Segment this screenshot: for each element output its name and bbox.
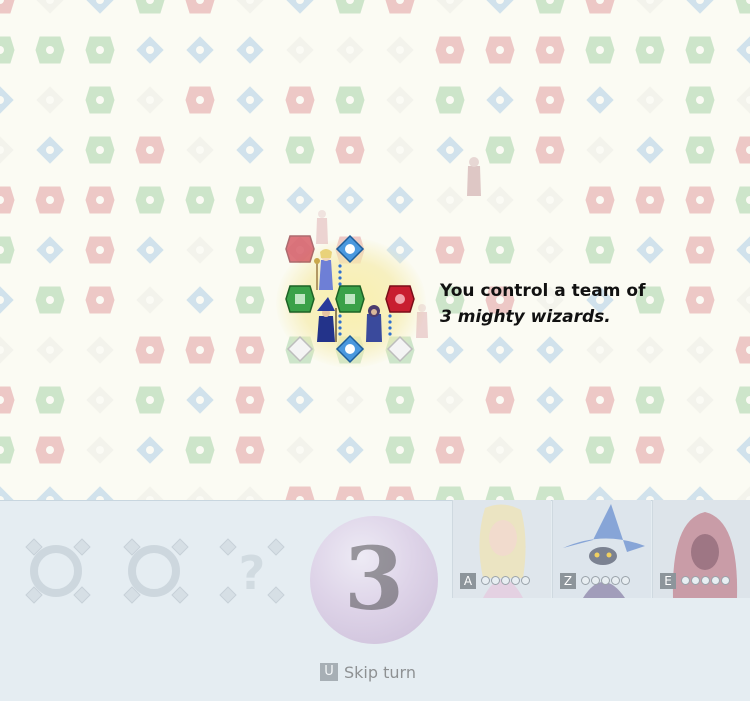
mana-pip	[581, 576, 590, 585]
spell-slot-2[interactable]	[116, 521, 196, 611]
wizard-card-elf-mage[interactable]: A	[452, 500, 551, 598]
mana-pip	[611, 576, 620, 585]
mana-pips	[481, 576, 530, 585]
red-hood-wizard-unit[interactable]	[366, 305, 382, 342]
skip-turn-hotkey: U	[320, 663, 338, 681]
mana-pip	[681, 576, 690, 585]
mana-pip	[621, 576, 630, 585]
gem-red[interactable]	[285, 235, 315, 263]
skip-turn-button[interactable]: U Skip turn	[320, 662, 416, 682]
elf-mage-unit[interactable]	[314, 249, 333, 290]
gem-green[interactable]	[335, 285, 365, 313]
mana-pip	[701, 576, 710, 585]
spell-slot-unknown[interactable]: ?	[212, 521, 292, 611]
tutorial-line-2: 3 mighty wizards.	[440, 307, 611, 327]
mana-pip	[601, 576, 610, 585]
mana-pips	[581, 576, 630, 585]
hotkey-badge: E	[660, 573, 676, 589]
hotkey-badge: A	[460, 573, 476, 589]
question-mark-icon: ?	[239, 546, 266, 600]
spell-slot-1[interactable]	[18, 521, 98, 611]
wizard-card-red-hood[interactable]: E	[652, 500, 750, 598]
tutorial-message: You control a team of 3 mighty wizards.	[440, 278, 645, 330]
mana-pip	[491, 576, 500, 585]
mana-pip	[691, 576, 700, 585]
gem-blue[interactable]	[335, 334, 365, 364]
wizard-team	[285, 157, 481, 364]
wizard-card-blue-hat[interactable]: Z	[552, 500, 651, 598]
mana-pips	[681, 576, 730, 585]
highlighted-gems	[285, 234, 415, 364]
mana-pip	[711, 576, 720, 585]
skip-turn-label: Skip turn	[344, 662, 416, 682]
gem-white[interactable]	[386, 335, 414, 363]
mana-pip	[721, 576, 730, 585]
gem-blue[interactable]	[335, 234, 365, 264]
mana-pip	[501, 576, 510, 585]
mana-pip	[591, 576, 600, 585]
mana-pip	[511, 576, 520, 585]
hotkey-badge: Z	[560, 573, 576, 589]
gem-green[interactable]	[285, 285, 315, 313]
game-board[interactable]: You control a team of 3 mighty wizards.	[0, 0, 750, 500]
mana-pip	[521, 576, 530, 585]
gem-white[interactable]	[286, 335, 314, 363]
mana-pip	[481, 576, 490, 585]
blue-hat-wizard-unit[interactable]	[317, 297, 337, 342]
round-counter-number: 3	[344, 529, 404, 630]
tutorial-line-1: You control a team of	[440, 281, 646, 301]
gem-red[interactable]	[385, 285, 415, 313]
